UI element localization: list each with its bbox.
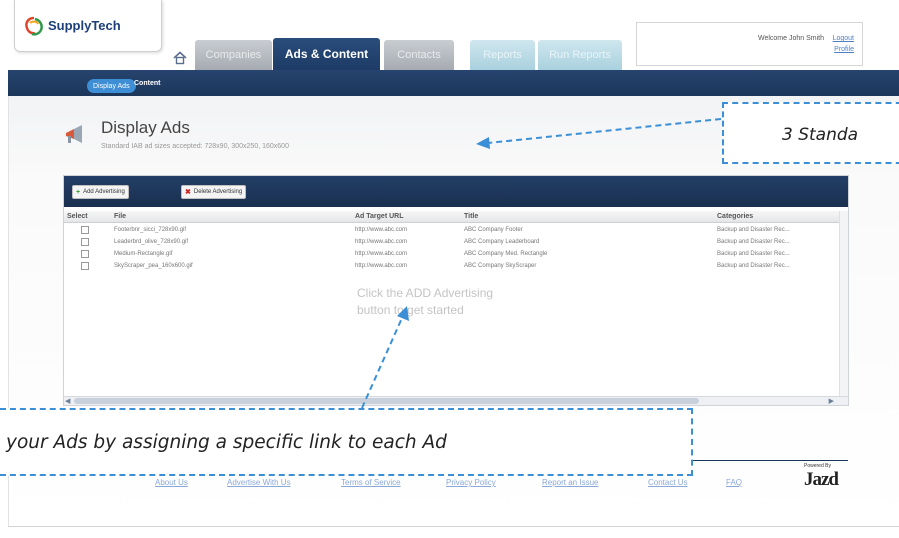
logout-link[interactable]: Logout xyxy=(833,35,854,42)
scroll-thumb[interactable] xyxy=(74,398,699,404)
scroll-left-icon[interactable]: ◀ xyxy=(65,397,70,405)
footer-link-report[interactable]: Report an Issue xyxy=(542,478,598,487)
cell-file: Leaderbrd_olive_728x90.gif xyxy=(114,239,189,245)
callout-top: 3 Standa xyxy=(722,102,899,164)
footer-link-terms[interactable]: Terms of Service xyxy=(341,478,401,487)
subnav-content[interactable]: Content xyxy=(134,80,160,87)
footer-link-privacy[interactable]: Privacy Policy xyxy=(446,478,496,487)
jazd-logo[interactable]: Jazd xyxy=(804,469,839,491)
page-bottom-border xyxy=(8,526,899,527)
row-checkbox[interactable] xyxy=(81,238,89,246)
cell-url[interactable]: http://www.abc.com xyxy=(355,251,407,257)
column-header-url[interactable]: Ad Target URL xyxy=(355,213,403,220)
cell-title: ABC Company Med. Rectangle xyxy=(464,251,548,257)
column-header-categories[interactable]: Categories xyxy=(717,213,753,220)
ads-grid: + Add Advertising ✖ Delete Advertising S… xyxy=(63,175,849,406)
cell-title: ABC Company Footer xyxy=(464,227,523,233)
cell-url[interactable]: http://www.abc.com xyxy=(355,227,407,233)
table-row[interactable]: Leaderbrd_olive_728x90.gif http://www.ab… xyxy=(64,237,848,249)
plus-icon: + xyxy=(76,188,81,196)
cell-category: Backup and Disaster Rec... xyxy=(717,227,790,233)
tab-contacts[interactable]: Contacts xyxy=(384,40,454,70)
vertical-scrollbar[interactable] xyxy=(839,211,848,397)
supplytech-logo-icon xyxy=(25,16,43,36)
page: SupplyTech Companies Ads & Content Conta… xyxy=(0,0,899,538)
horizontal-scrollbar[interactable]: ◀ ▶ xyxy=(64,396,848,405)
row-checkbox[interactable] xyxy=(81,262,89,270)
footer-link-faq[interactable]: FAQ xyxy=(726,478,742,487)
user-panel: Welcome John Smith Logout Profile xyxy=(636,22,863,66)
delete-advertising-label: Delete Advertising xyxy=(193,189,243,195)
cell-file: Footerbnr_sicci_728x90.gif xyxy=(114,227,187,233)
callout-bottom: your Ads by assigning a specific link to… xyxy=(0,408,693,476)
megaphone-icon xyxy=(66,125,82,143)
footer-link-advertise[interactable]: Advertise With Us xyxy=(227,478,291,487)
delete-advertising-button[interactable]: ✖ Delete Advertising xyxy=(181,185,247,199)
page-title: Display Ads xyxy=(101,118,190,137)
subnav-display-ads[interactable]: Display Ads xyxy=(87,79,136,93)
footer-link-contact[interactable]: Contact Us xyxy=(648,478,688,487)
empty-state-message: Click the ADD Advertising button to get … xyxy=(357,286,494,317)
footer-link-about[interactable]: About Us xyxy=(155,478,188,487)
grid-header: Select File Ad Target URL Title Categori… xyxy=(64,211,848,223)
tab-ads-content[interactable]: Ads & Content xyxy=(273,38,380,70)
add-advertising-button[interactable]: + Add Advertising xyxy=(72,185,129,199)
cell-title: ABC Company SkyScraper xyxy=(464,263,537,269)
scroll-right-icon[interactable]: ▶ xyxy=(829,397,834,405)
table-row[interactable]: Medium-Rectangle.gif http://www.abc.com … xyxy=(64,249,848,261)
cell-category: Backup and Disaster Rec... xyxy=(717,239,790,245)
tab-reports[interactable]: Reports xyxy=(470,40,535,70)
logo-text: SupplyTech xyxy=(48,18,121,33)
cell-category: Backup and Disaster Rec... xyxy=(717,251,790,257)
column-header-title[interactable]: Title xyxy=(464,213,478,220)
add-advertising-label: Add Advertising xyxy=(83,189,125,195)
cell-category: Backup and Disaster Rec... xyxy=(717,263,790,269)
row-checkbox[interactable] xyxy=(81,250,89,258)
table-row[interactable]: SkyScraper_pea_160x600.gif http://www.ab… xyxy=(64,261,848,273)
tab-companies[interactable]: Companies xyxy=(195,40,272,70)
welcome-text: Welcome John Smith xyxy=(757,35,824,42)
cell-file: SkyScraper_pea_160x600.gif xyxy=(114,263,193,269)
cell-url[interactable]: http://www.abc.com xyxy=(355,239,407,245)
logo[interactable]: SupplyTech xyxy=(14,0,162,52)
cell-url[interactable]: http://www.abc.com xyxy=(355,263,407,269)
column-header-select[interactable]: Select xyxy=(67,213,88,220)
delete-icon: ✖ xyxy=(185,189,191,196)
cell-file: Medium-Rectangle.gif xyxy=(114,251,173,257)
grid-toolbar: + Add Advertising ✖ Delete Advertising xyxy=(64,176,848,207)
column-header-file[interactable]: File xyxy=(114,213,126,220)
tab-run-reports[interactable]: Run Reports xyxy=(538,40,622,70)
home-icon[interactable] xyxy=(173,51,187,65)
page-subtitle: Standard IAB ad sizes accepted: 728x90, … xyxy=(101,143,289,150)
cell-title: ABC Company Leaderboard xyxy=(464,239,540,245)
table-row[interactable]: Footerbnr_sicci_728x90.gif http://www.ab… xyxy=(64,225,848,237)
profile-link[interactable]: Profile xyxy=(834,46,854,53)
row-checkbox[interactable] xyxy=(81,226,89,234)
